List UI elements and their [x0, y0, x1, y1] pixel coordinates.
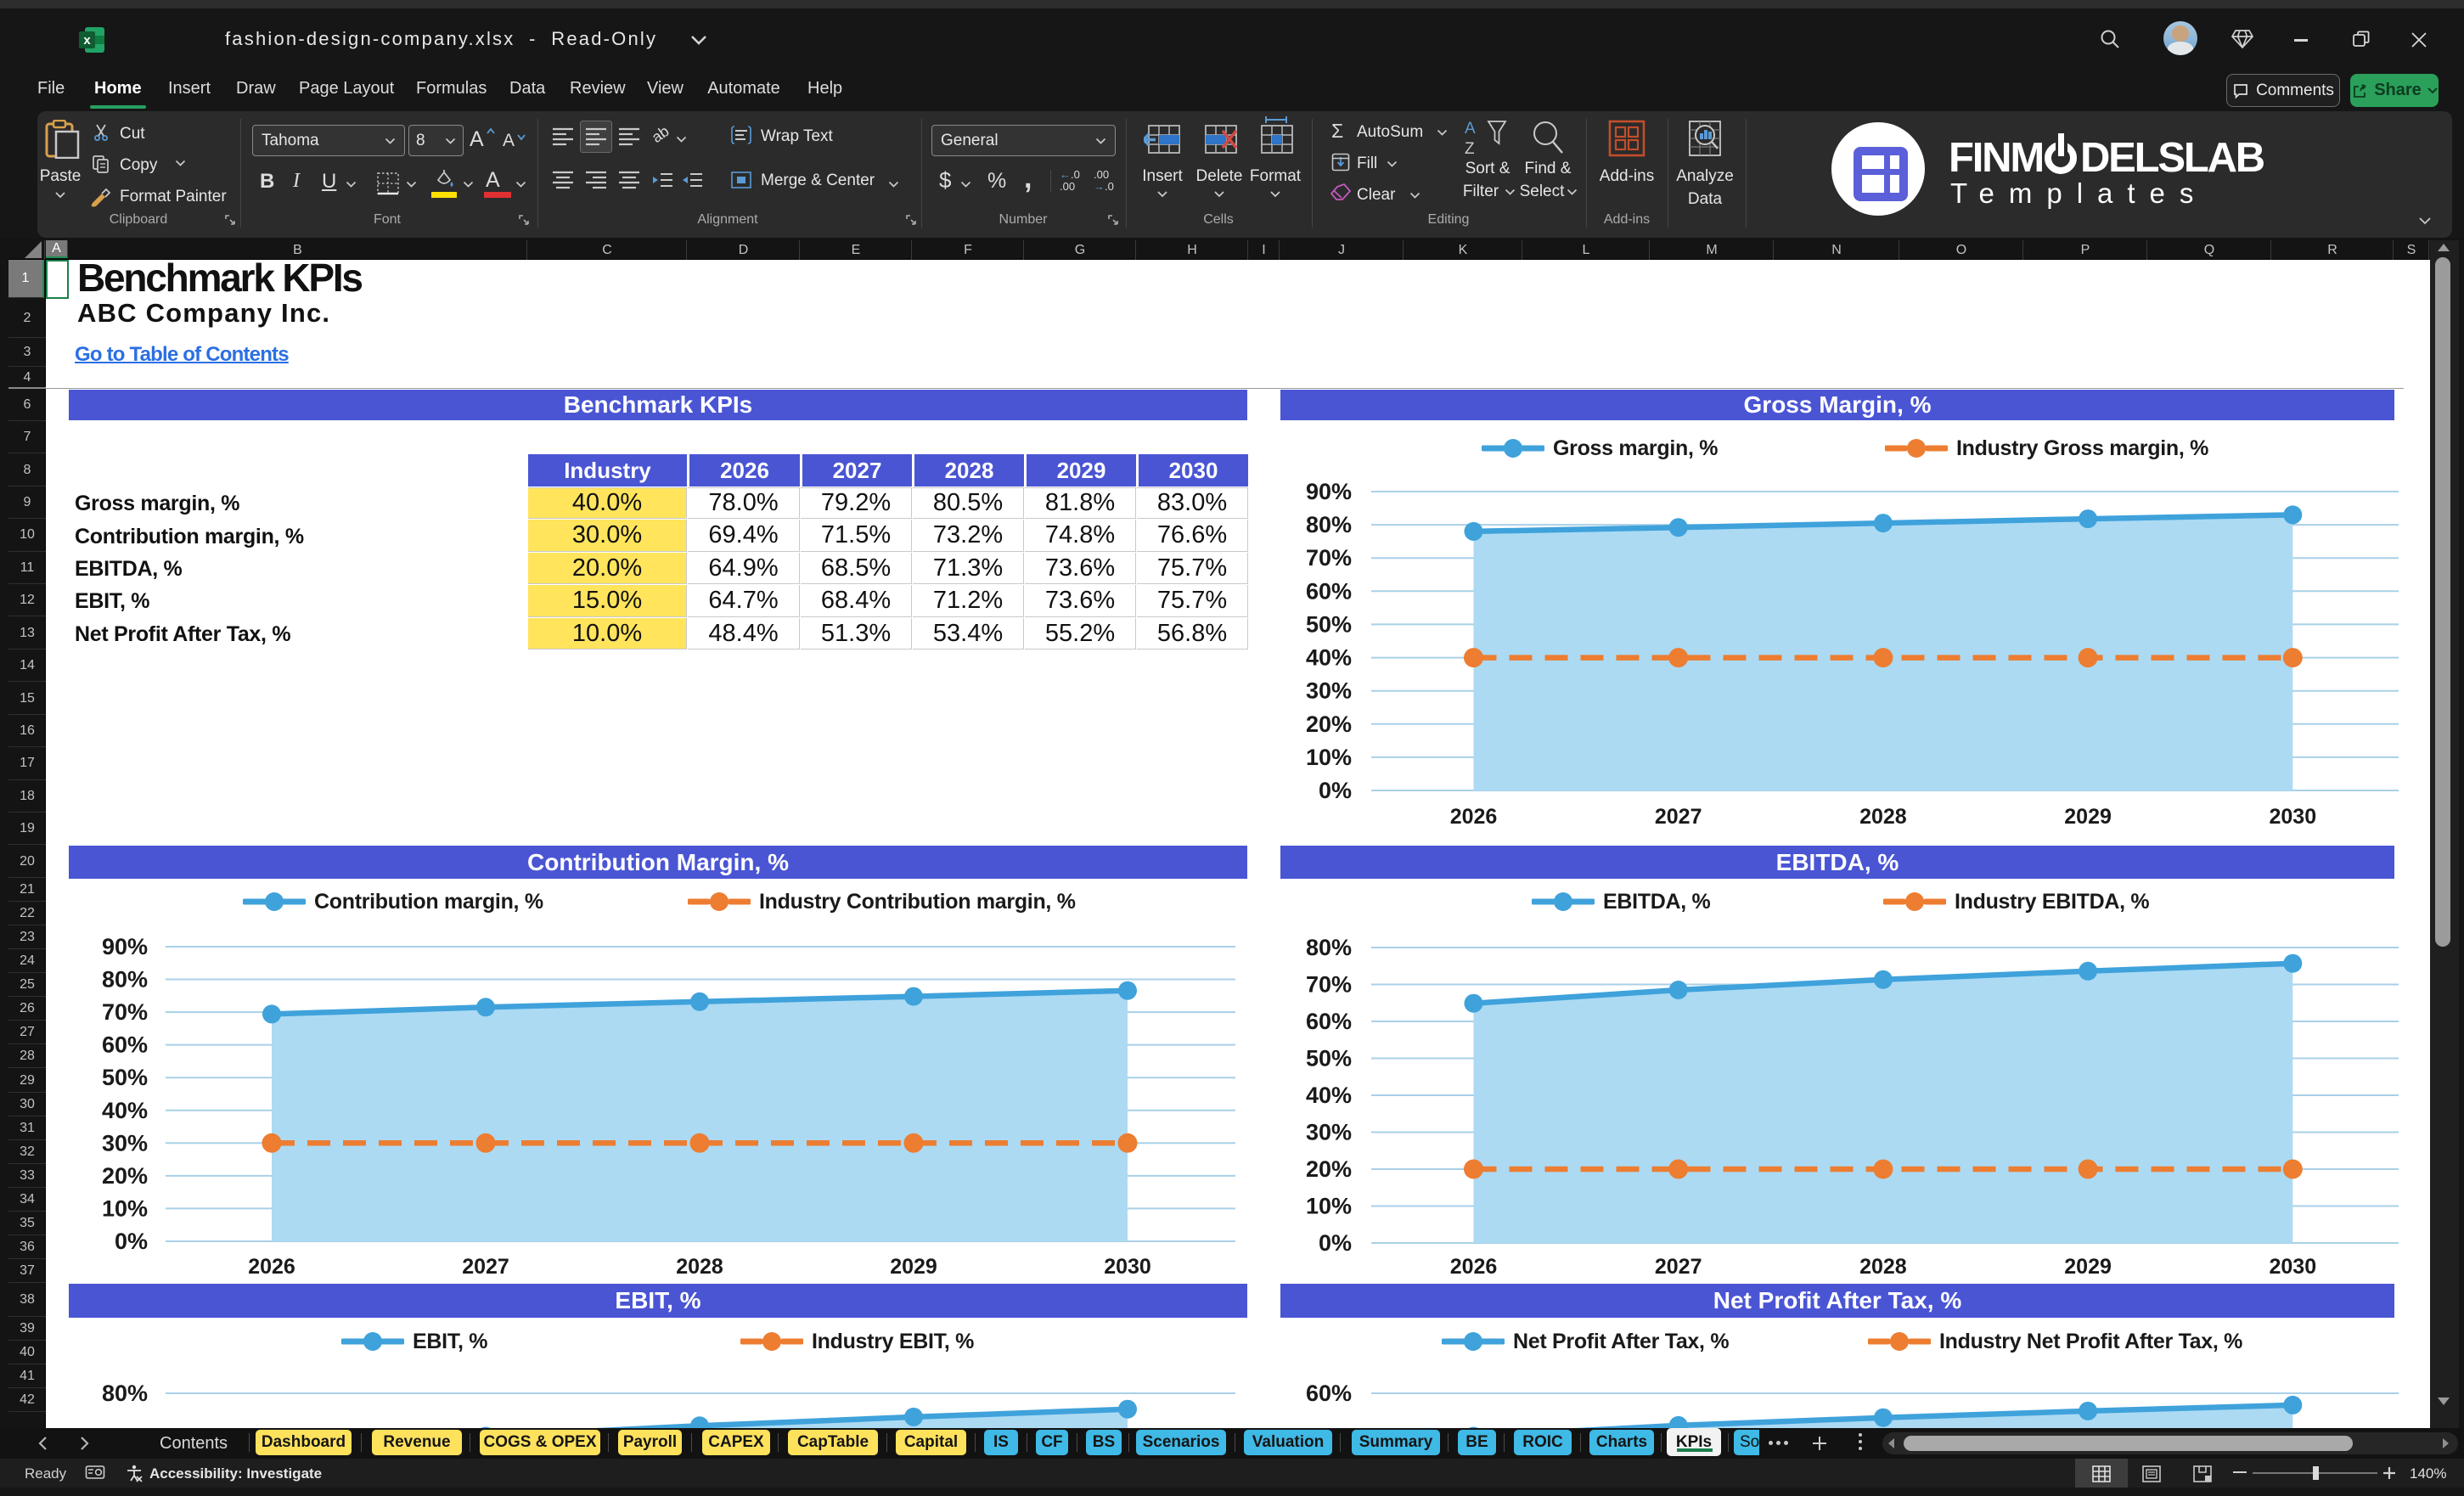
svg-text:90%: 90%: [1306, 479, 1352, 504]
svg-text:2028: 2028: [1859, 1255, 1907, 1279]
svg-text:2028: 2028: [1859, 805, 1907, 829]
svg-text:30%: 30%: [102, 1130, 148, 1156]
svg-text:10%: 10%: [1306, 745, 1352, 770]
svg-text:2030: 2030: [2269, 1255, 2316, 1279]
svg-text:Z: Z: [1465, 140, 1475, 157]
svg-text:2026: 2026: [248, 1255, 295, 1279]
svg-text:30%: 30%: [1306, 678, 1352, 704]
svg-text:2027: 2027: [1655, 1255, 1702, 1279]
svg-text:2026: 2026: [1450, 805, 1498, 829]
svg-text:2027: 2027: [462, 1255, 509, 1279]
svg-text:90%: 90%: [102, 934, 148, 959]
svg-text:40%: 40%: [1306, 645, 1352, 671]
svg-text:80%: 80%: [1306, 512, 1352, 537]
svg-text:20%: 20%: [1306, 1156, 1352, 1182]
svg-text:2027: 2027: [1655, 805, 1702, 829]
svg-text:0%: 0%: [1319, 778, 1352, 803]
svg-text:50%: 50%: [1306, 611, 1352, 637]
svg-text:2030: 2030: [1104, 1255, 1151, 1279]
svg-text:70%: 70%: [1306, 972, 1352, 998]
svg-text:60%: 60%: [1306, 1009, 1352, 1034]
svg-text:2029: 2029: [2064, 805, 2112, 829]
svg-text:50%: 50%: [1306, 1046, 1352, 1071]
svg-text:10%: 10%: [102, 1195, 148, 1221]
svg-text:20%: 20%: [102, 1163, 148, 1189]
svg-text:0%: 0%: [1319, 1230, 1352, 1256]
svg-text:2026: 2026: [1450, 1255, 1498, 1279]
svg-text:40%: 40%: [102, 1098, 148, 1123]
svg-text:2028: 2028: [676, 1255, 723, 1279]
svg-text:30%: 30%: [1306, 1120, 1352, 1145]
svg-text:50%: 50%: [102, 1065, 148, 1090]
svg-text:2029: 2029: [890, 1255, 937, 1279]
svg-text:0%: 0%: [115, 1229, 148, 1254]
svg-text:80%: 80%: [1306, 935, 1352, 960]
svg-text:80%: 80%: [102, 1381, 148, 1406]
svg-text:A: A: [1465, 120, 1476, 138]
svg-text:20%: 20%: [1306, 711, 1352, 737]
svg-text:60%: 60%: [1306, 1381, 1352, 1406]
svg-text:2030: 2030: [2269, 805, 2316, 829]
svg-text:80%: 80%: [102, 967, 148, 993]
svg-text:70%: 70%: [102, 999, 148, 1025]
svg-text:60%: 60%: [102, 1032, 148, 1058]
svg-text:10%: 10%: [1306, 1194, 1352, 1219]
svg-text:2029: 2029: [2064, 1255, 2112, 1279]
svg-text:40%: 40%: [1306, 1083, 1352, 1108]
svg-text:70%: 70%: [1306, 545, 1352, 571]
svg-text:60%: 60%: [1306, 578, 1352, 604]
